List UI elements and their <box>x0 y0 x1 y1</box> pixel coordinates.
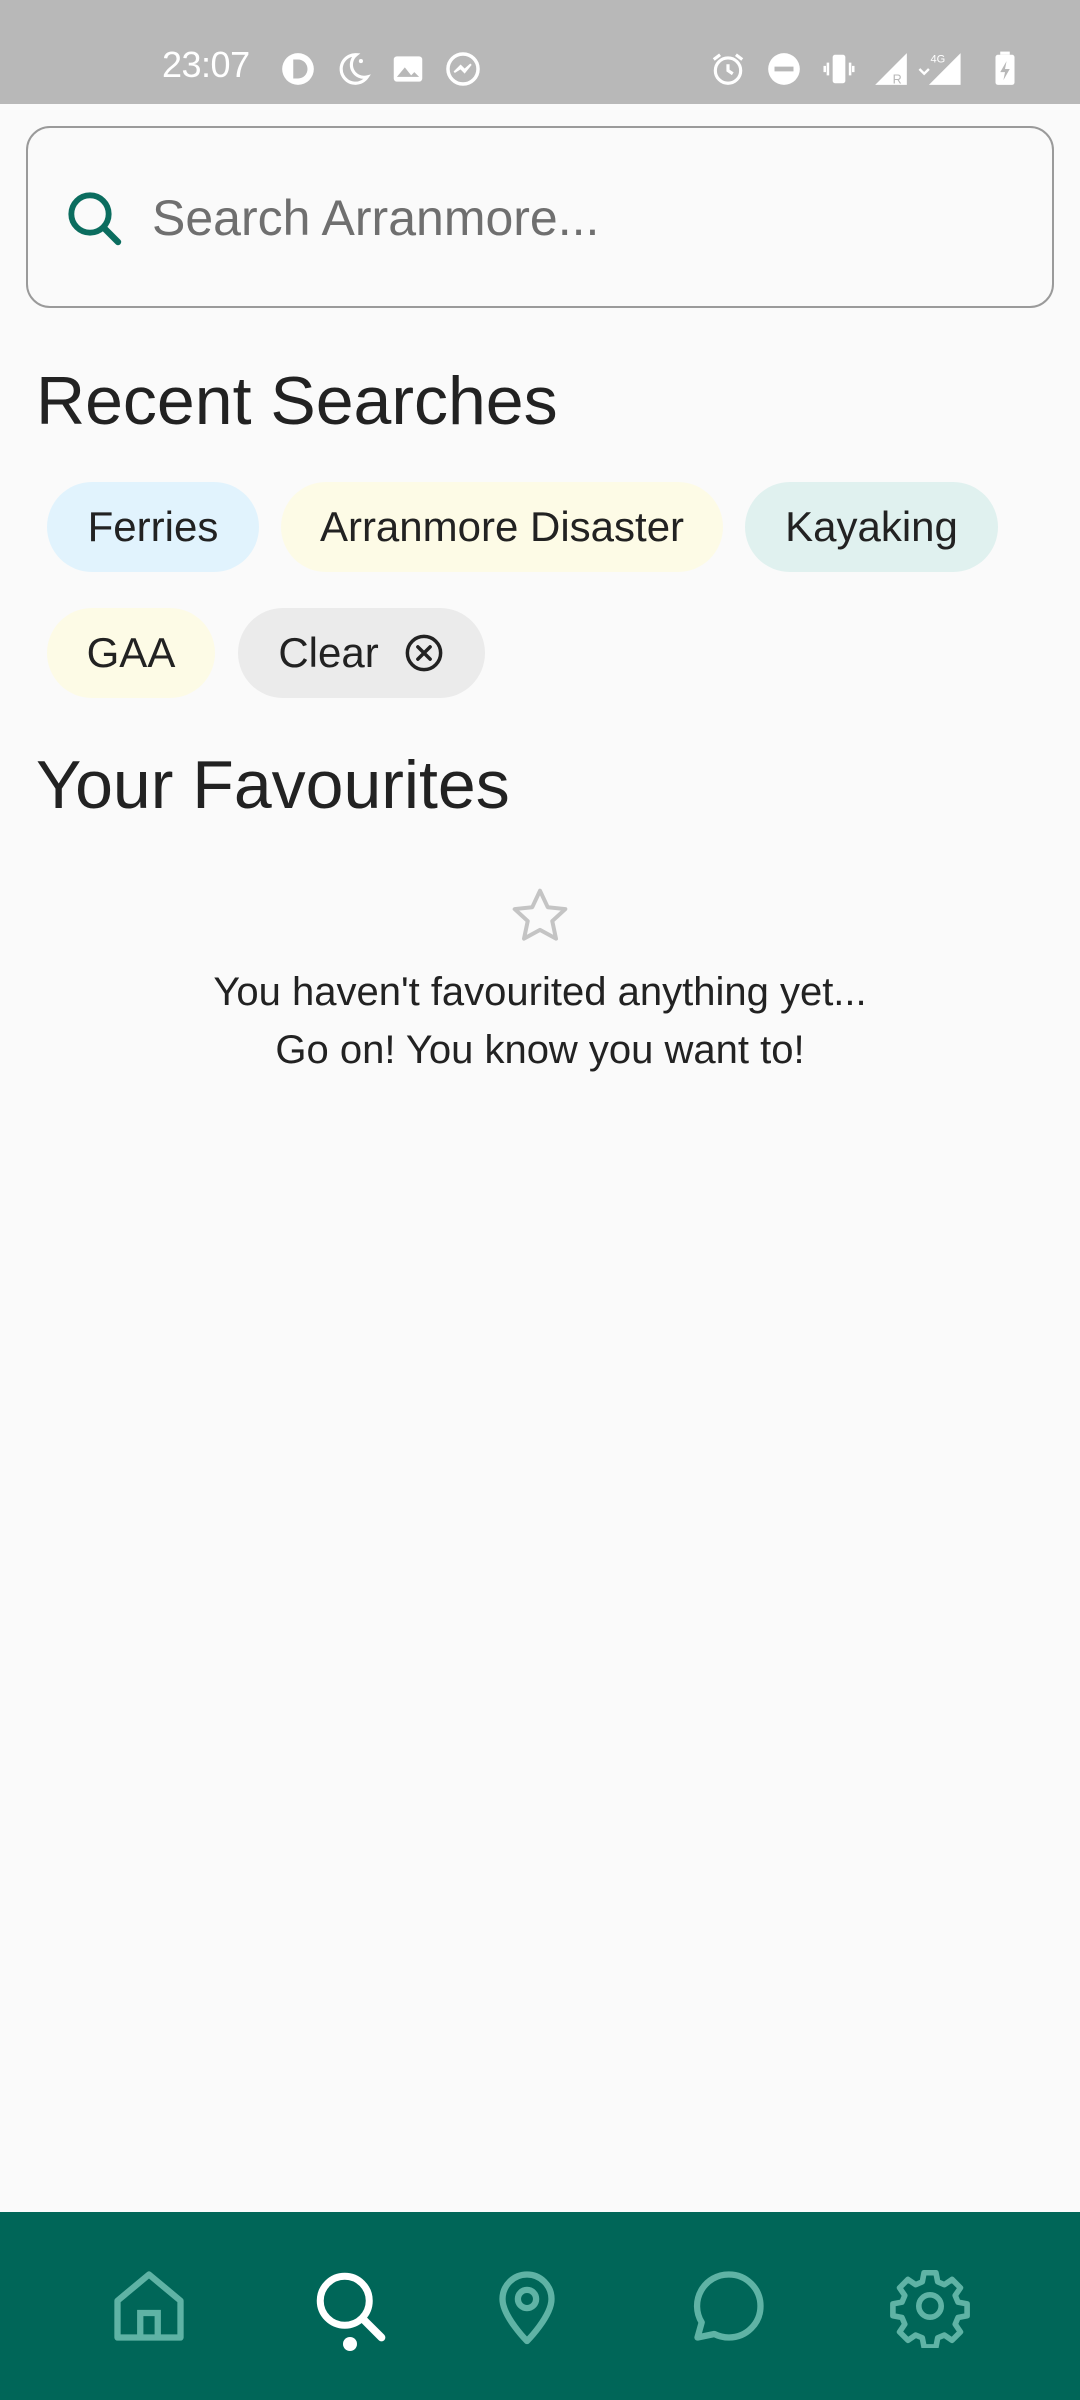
app-notification-icon <box>279 50 317 88</box>
battery-charging-icon <box>986 50 1024 88</box>
search-icon <box>62 186 126 250</box>
star-icon <box>508 884 572 948</box>
search-icon <box>308 2264 392 2348</box>
svg-text:R: R <box>893 72 902 86</box>
bottom-nav <box>0 2212 1080 2400</box>
chip-label: Arranmore Disaster <box>319 503 685 550</box>
map-pin-icon <box>485 2264 569 2348</box>
home-icon <box>107 2264 191 2348</box>
settings-icon <box>888 2264 972 2348</box>
signal-4g-icon: 4G <box>915 50 965 88</box>
chip-arranmore-disaster[interactable]: Arranmore Disaster <box>281 482 723 572</box>
vibrate-icon <box>820 50 858 88</box>
nav-home[interactable] <box>107 2264 191 2348</box>
nav-settings[interactable] <box>888 2264 972 2348</box>
chip-label: Ferries <box>87 503 219 550</box>
chip-kayaking[interactable]: Kayaking <box>745 482 998 572</box>
signal-roaming-icon: R <box>872 50 910 88</box>
chip-label: GAA <box>86 629 176 676</box>
search-input[interactable] <box>152 168 1012 268</box>
alarm-icon <box>709 50 747 88</box>
chip-ferries[interactable]: Ferries <box>47 482 259 572</box>
image-icon <box>389 50 427 88</box>
messenger-icon <box>444 50 482 88</box>
close-circle-icon <box>403 632 445 674</box>
do-not-disturb-icon <box>765 50 803 88</box>
chip-label: Kayaking <box>785 503 958 550</box>
clear-label: Clear <box>278 629 379 676</box>
nav-chat[interactable] <box>687 2264 771 2348</box>
chat-icon <box>687 2264 771 2348</box>
recent-searches-title: Recent Searches <box>36 363 558 439</box>
nav-search[interactable] <box>308 2264 392 2348</box>
clear-button[interactable]: Clear <box>238 608 485 698</box>
moon-icon <box>334 50 372 88</box>
favourites-title: Your Favourites <box>36 747 510 823</box>
empty-favourites-line2: Go on! You know you want to! <box>275 1028 805 1072</box>
search-box[interactable] <box>26 126 1054 308</box>
status-time: 23:07 <box>162 44 250 85</box>
chip-gaa[interactable]: GAA <box>47 608 215 698</box>
active-indicator <box>343 2337 357 2351</box>
network-label: 4G <box>931 54 946 66</box>
empty-favourites-line1: You haven't favourited anything yet... <box>213 970 867 1014</box>
status-bar: 23:07 R 4G <box>0 0 1080 104</box>
nav-map[interactable] <box>485 2264 569 2348</box>
